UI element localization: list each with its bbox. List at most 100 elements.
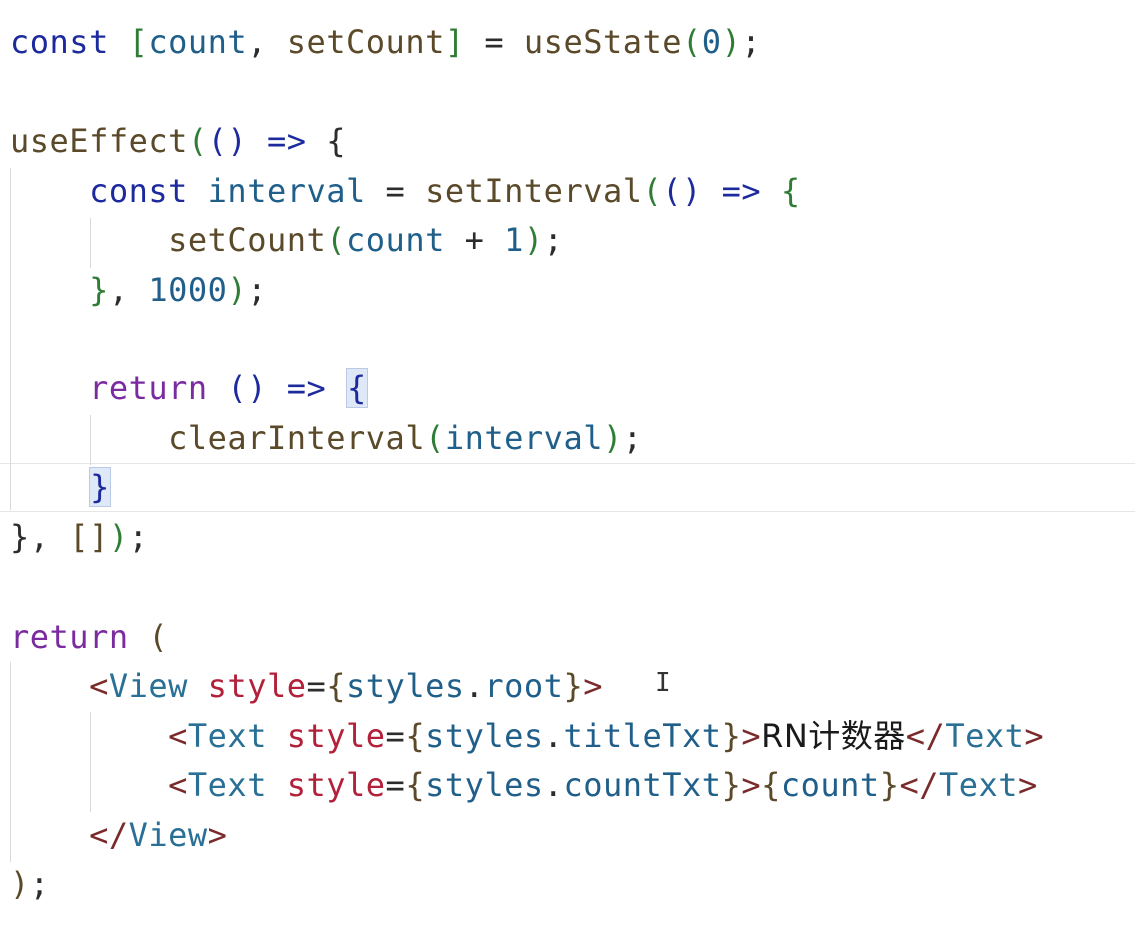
code-line[interactable]: <View style={styles.root}>: [10, 661, 603, 711]
token-brace: }: [721, 766, 742, 804]
token-punct: ,: [29, 518, 70, 556]
token-punct: .: [464, 667, 485, 705]
token-operator: =: [385, 717, 406, 755]
code-line[interactable]: }, 1000);: [10, 265, 267, 315]
code-line[interactable]: </View>: [10, 810, 227, 860]
code-line[interactable]: );: [10, 859, 50, 909]
token-punct: ;: [622, 419, 643, 457]
token-attribute: style: [286, 766, 386, 804]
token-arrow: =>: [266, 122, 307, 160]
token-bracket: ]: [444, 23, 465, 61]
token-function: setInterval: [425, 172, 643, 210]
token-function: clearInterval: [168, 419, 426, 457]
token-tag-name: View: [128, 816, 208, 854]
token-paren: ): [523, 221, 544, 259]
token-tag-name: Text: [945, 717, 1025, 755]
token-brace-highlight: {: [346, 368, 368, 408]
token-tag: >: [207, 816, 228, 854]
token-brace: }: [879, 766, 900, 804]
token-bracket: [: [128, 23, 149, 61]
current-line-bottom-border: [0, 511, 1135, 512]
token-brace-highlight: }: [89, 467, 111, 507]
token-brace: }: [10, 518, 30, 556]
token-paren: (: [642, 172, 663, 210]
code-line[interactable]: useEffect(() => {: [10, 116, 346, 166]
token-operator: =: [385, 766, 406, 804]
code-line[interactable]: setCount(count + 1);: [10, 215, 563, 265]
token-arrow: =>: [286, 369, 327, 407]
token-punct: .: [543, 766, 564, 804]
token-tag: <: [168, 766, 188, 804]
token-tag: </: [905, 717, 946, 755]
text-cursor-icon: I: [655, 668, 671, 698]
code-line[interactable]: return () => {: [10, 363, 368, 413]
token-attribute: style: [207, 667, 307, 705]
token-tag: >: [1018, 766, 1038, 804]
token-operator: +: [444, 221, 505, 259]
token-tag: >: [1024, 717, 1045, 755]
token-operator: =: [306, 667, 327, 705]
token-paren: (: [682, 23, 702, 61]
token-keyword: return: [10, 618, 129, 656]
token-attribute: style: [286, 717, 386, 755]
token-function: useState: [523, 23, 683, 61]
token-identifier: count: [148, 23, 248, 61]
token-brace: }: [721, 717, 742, 755]
code-line[interactable]: <Text style={styles.countTxt}>{count}</T…: [10, 760, 1038, 810]
token-brace: {: [780, 172, 801, 210]
token-paren: ): [108, 518, 129, 556]
token-tag: <: [89, 667, 109, 705]
token-identifier: styles: [425, 766, 544, 804]
token-identifier: root: [484, 667, 564, 705]
token-paren: (: [425, 419, 445, 457]
token-punct: ;: [543, 221, 564, 259]
token-paren: ): [721, 23, 742, 61]
token-function: setCount: [168, 221, 327, 259]
token-number: 0: [701, 23, 722, 61]
token-tag: <: [168, 717, 188, 755]
token-identifier: count: [780, 766, 880, 804]
token-tag-name: Text: [938, 766, 1019, 804]
token-paren: (: [148, 618, 169, 656]
token-brace: {: [405, 766, 426, 804]
token-keyword: const: [89, 172, 188, 210]
token-paren: ): [10, 865, 30, 903]
token-paren: (): [662, 172, 702, 210]
token-identifier: setCount: [286, 23, 445, 61]
token-punct: .: [543, 717, 564, 755]
token-paren: (): [207, 122, 248, 160]
code-line[interactable]: const interval = setInterval(() => {: [10, 166, 801, 216]
token-punct: ,: [247, 23, 287, 61]
token-keyword: return: [89, 369, 208, 407]
token-brace: }: [89, 271, 109, 309]
code-line[interactable]: const [count, setCount] = useState(0);: [10, 17, 761, 67]
token-identifier: count: [346, 221, 445, 259]
token-paren: ): [227, 271, 248, 309]
token-tag: >: [583, 667, 603, 705]
token-brace: }: [563, 667, 584, 705]
token-identifier: styles: [425, 717, 544, 755]
token-brace: {: [405, 717, 426, 755]
token-identifier: countTxt: [563, 766, 722, 804]
code-line[interactable]: }, []);: [10, 512, 148, 562]
token-number: 1000: [148, 271, 228, 309]
code-line[interactable]: clearInterval(interval);: [10, 413, 643, 463]
code-line[interactable]: <Text style={styles.titleTxt}>RN计数器</Tex…: [10, 711, 1044, 761]
token-tag-name: View: [108, 667, 188, 705]
code-line[interactable]: return (: [10, 612, 168, 662]
current-line-top-border: [0, 463, 1135, 464]
code-line-current[interactable]: }: [10, 462, 111, 512]
token-bracket: []: [69, 518, 109, 556]
token-paren: (: [187, 122, 208, 160]
token-arrow: =>: [721, 172, 762, 210]
token-punct: ,: [108, 271, 149, 309]
token-function: useEffect: [10, 122, 188, 160]
token-tag-name: Text: [187, 766, 267, 804]
token-punct: ;: [741, 23, 762, 61]
code-editor[interactable]: const [count, setCount] = useState(0); u…: [0, 0, 1135, 934]
token-brace: {: [326, 667, 347, 705]
token-identifier: styles: [346, 667, 465, 705]
token-keyword: const: [10, 23, 109, 61]
token-paren: ): [602, 419, 623, 457]
token-identifier: interval: [207, 172, 366, 210]
